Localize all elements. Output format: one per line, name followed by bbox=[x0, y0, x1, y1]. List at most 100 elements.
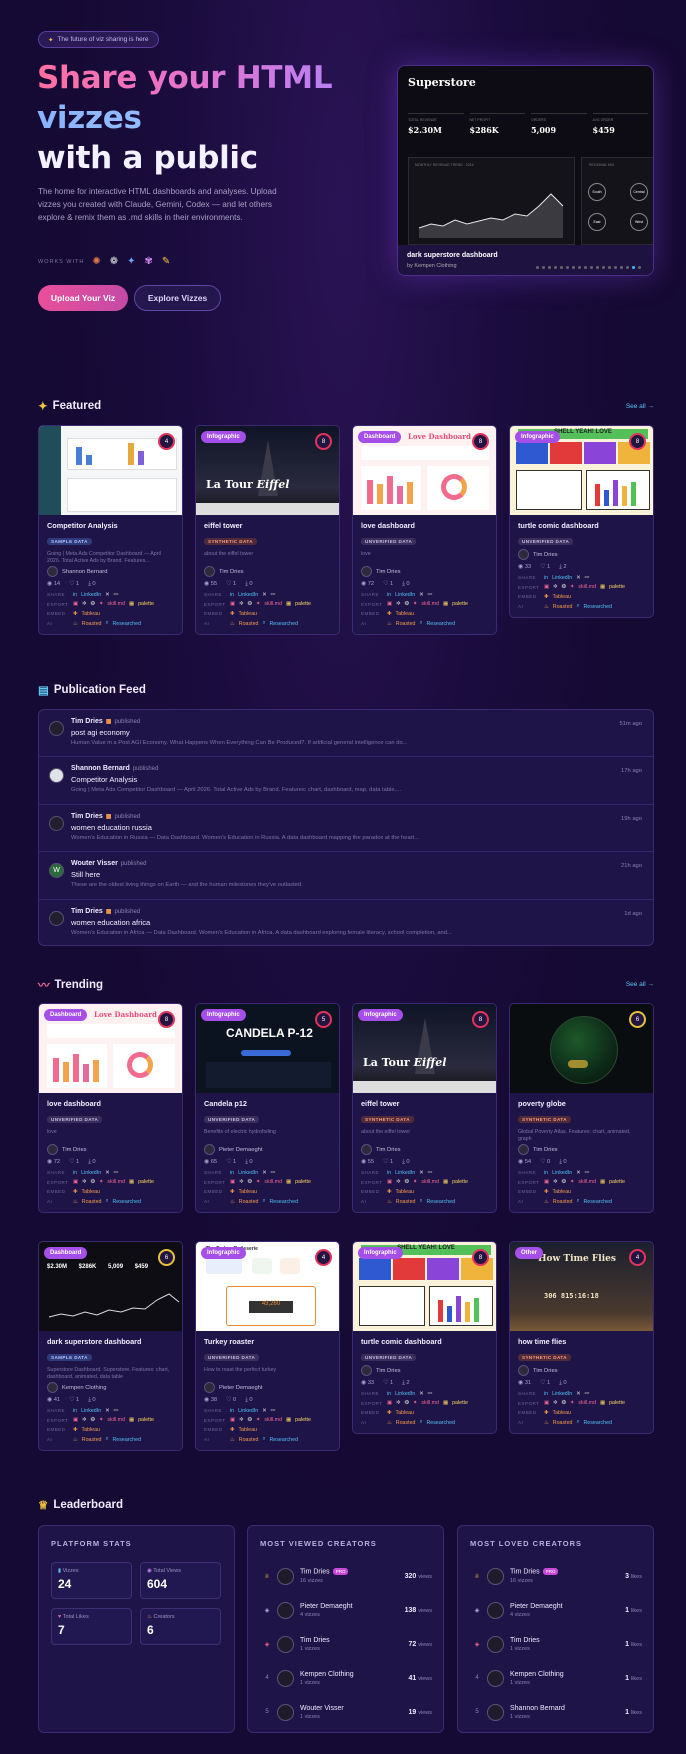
x-icon[interactable]: ✕ bbox=[576, 1170, 580, 1176]
link-icon[interactable]: ⚯ bbox=[271, 1408, 275, 1414]
skill-md-link[interactable]: skill.md bbox=[107, 1179, 125, 1185]
flame-icon[interactable]: ♨ bbox=[387, 1199, 392, 1205]
linkedin-link[interactable]: LinkedIn bbox=[81, 592, 101, 598]
leaderboard-row[interactable]: ◈ Tim Dries 1 vizzes 1 likes bbox=[470, 1630, 642, 1658]
pdf-icon[interactable]: ▣ bbox=[544, 1400, 549, 1406]
avatar[interactable] bbox=[49, 768, 64, 784]
leaderboard-row[interactable]: ◈ Tim Dries 1 vizzes 72 views bbox=[260, 1630, 432, 1658]
feed-author[interactable]: Shannon Bernard bbox=[71, 765, 130, 772]
download-icon[interactable]: ⤓ bbox=[88, 1159, 91, 1165]
flame-icon[interactable]: ♨ bbox=[387, 1420, 392, 1426]
palette-icon[interactable]: ▦ bbox=[600, 1400, 605, 1406]
roasted-link[interactable]: Roasted bbox=[82, 1437, 102, 1443]
pdf-icon[interactable]: ▣ bbox=[544, 584, 549, 590]
feed-title[interactable]: Competitor Analysis bbox=[71, 775, 643, 784]
heart-icon[interactable]: ♡ bbox=[383, 1380, 388, 1386]
skill-md-link[interactable]: skill.md bbox=[421, 1179, 439, 1185]
roasted-link[interactable]: Roasted bbox=[553, 604, 573, 610]
card-title[interactable]: turtle comic dashboard bbox=[361, 1337, 488, 1346]
palette-link[interactable]: palette bbox=[138, 1417, 154, 1423]
card-thumbnail[interactable]: $2.30M $286K 5,009 $459 Dashboard 6 bbox=[39, 1242, 182, 1331]
link-icon[interactable]: ⚯ bbox=[114, 592, 118, 598]
linkedin-icon[interactable]: in bbox=[73, 1408, 77, 1414]
roasted-link[interactable]: Roasted bbox=[396, 621, 416, 627]
linkedin-icon[interactable]: in bbox=[230, 592, 234, 598]
viz-card[interactable]: $2.30M $286K 5,009 $459 Dashboard 6 dark s… bbox=[38, 1241, 183, 1451]
palette-icon[interactable]: ▦ bbox=[443, 1400, 448, 1406]
code-icon[interactable]: ❂ bbox=[247, 601, 251, 607]
roasted-link[interactable]: Roasted bbox=[396, 1199, 416, 1205]
viz-card[interactable]: 6 poverty globe SYNTHETIC DATA Global Po… bbox=[509, 1003, 654, 1213]
code-icon[interactable]: ❂ bbox=[90, 1179, 94, 1185]
pdf-icon[interactable]: ▣ bbox=[230, 1179, 235, 1185]
researched-link[interactable]: Researched bbox=[112, 1199, 141, 1205]
researched-link[interactable]: Researched bbox=[426, 1420, 455, 1426]
skill-md-link[interactable]: skill.md bbox=[107, 601, 125, 607]
card-thumbnail[interactable]: La Tour Eiffel Infographic 8 bbox=[196, 426, 339, 515]
researched-link[interactable]: Researched bbox=[583, 1420, 612, 1426]
flame-icon[interactable]: ♨ bbox=[230, 621, 235, 627]
researched-link[interactable]: Researched bbox=[426, 621, 455, 627]
tableau-icon[interactable]: ✚ bbox=[544, 594, 548, 600]
skill-md-link[interactable]: skill.md bbox=[264, 1179, 282, 1185]
avatar[interactable] bbox=[49, 910, 64, 926]
x-icon[interactable]: ✕ bbox=[262, 1170, 266, 1176]
researched-link[interactable]: Researched bbox=[269, 621, 298, 627]
linkedin-icon[interactable]: in bbox=[73, 592, 77, 598]
card-thumbnail[interactable]: CANDELA P-12 Infographic 5 bbox=[196, 1004, 339, 1093]
card-thumbnail[interactable]: How Time Flies 306 815:16:18 Other 4 bbox=[510, 1242, 653, 1331]
linkedin-icon[interactable]: in bbox=[544, 1170, 548, 1176]
card-title[interactable]: poverty globe bbox=[518, 1099, 645, 1108]
x-icon[interactable]: ✕ bbox=[105, 1170, 109, 1176]
skill-md-link[interactable]: skill.md bbox=[264, 1417, 282, 1423]
x-icon[interactable]: ✕ bbox=[262, 592, 266, 598]
search-icon[interactable]: ⌕ bbox=[262, 1436, 265, 1443]
heart-icon[interactable]: ♡ bbox=[69, 1397, 74, 1403]
flame-icon[interactable]: ♨ bbox=[230, 1437, 235, 1443]
linkedin-icon[interactable]: in bbox=[73, 1170, 77, 1176]
feed-title[interactable]: post agi economy bbox=[71, 728, 643, 737]
tableau-link[interactable]: Tableau bbox=[238, 1189, 257, 1195]
leaderboard-row[interactable]: 4 Kempen Clothing 1 vizzes 1 likes bbox=[470, 1664, 642, 1692]
pdf-icon[interactable]: ▣ bbox=[387, 1179, 392, 1185]
linkedin-link[interactable]: LinkedIn bbox=[395, 592, 415, 598]
search-icon[interactable]: ⌕ bbox=[419, 1419, 422, 1426]
image-icon[interactable]: ✲ bbox=[553, 1400, 557, 1406]
x-icon[interactable]: ✕ bbox=[105, 592, 109, 598]
roasted-link[interactable]: Roasted bbox=[82, 1199, 102, 1205]
palette-icon[interactable]: ▦ bbox=[443, 601, 448, 607]
flame-icon[interactable]: ♨ bbox=[73, 621, 78, 627]
card-author[interactable]: Tim Dries bbox=[518, 1365, 645, 1376]
download-icon[interactable]: ⤓ bbox=[402, 1159, 405, 1165]
tableau-link[interactable]: Tableau bbox=[238, 1427, 257, 1433]
card-author[interactable]: Tim Dries bbox=[518, 1144, 645, 1155]
heart-icon[interactable]: ♡ bbox=[226, 581, 231, 587]
creator-name[interactable]: Kempen Clothing bbox=[300, 1671, 354, 1678]
heart-icon[interactable]: ♡ bbox=[226, 1397, 231, 1403]
feed-author[interactable]: Tim Dries bbox=[71, 908, 103, 915]
tableau-icon[interactable]: ✚ bbox=[387, 1189, 391, 1195]
tableau-icon[interactable]: ✚ bbox=[387, 611, 391, 617]
card-title[interactable]: eiffel tower bbox=[361, 1099, 488, 1108]
creator-name[interactable]: Wouter Visser bbox=[300, 1705, 344, 1712]
search-icon[interactable]: ⌕ bbox=[576, 1419, 579, 1426]
palette-icon[interactable]: ▦ bbox=[129, 1417, 134, 1423]
creator-name[interactable]: Pieter Demaeght bbox=[510, 1603, 563, 1610]
feed-title[interactable]: Still here bbox=[71, 870, 643, 879]
card-title[interactable]: how time flies bbox=[518, 1337, 645, 1346]
image-icon[interactable]: ✲ bbox=[82, 1417, 86, 1423]
hero-preview-card[interactable]: Superstore TOTAL REVENUE $2.30M NET PROFI… bbox=[397, 65, 654, 276]
search-icon[interactable]: ⌕ bbox=[419, 1198, 422, 1205]
flame-icon[interactable]: ♨ bbox=[544, 604, 549, 610]
pdf-icon[interactable]: ▣ bbox=[387, 601, 392, 607]
code-icon[interactable]: ❂ bbox=[561, 1179, 565, 1185]
roasted-link[interactable]: Roasted bbox=[553, 1420, 573, 1426]
download-icon[interactable]: ⤓ bbox=[245, 581, 248, 587]
heart-icon[interactable]: ♡ bbox=[540, 1380, 545, 1386]
link-icon[interactable]: ⚯ bbox=[271, 1170, 275, 1176]
viz-card[interactable]: 4 Competitor Analysis SAMPLE DATA Going … bbox=[38, 425, 183, 635]
x-icon[interactable]: ✕ bbox=[419, 592, 423, 598]
feed-author[interactable]: Tim Dries bbox=[71, 813, 103, 820]
code-icon[interactable]: ❂ bbox=[404, 1179, 408, 1185]
palette-icon[interactable]: ▦ bbox=[129, 601, 134, 607]
